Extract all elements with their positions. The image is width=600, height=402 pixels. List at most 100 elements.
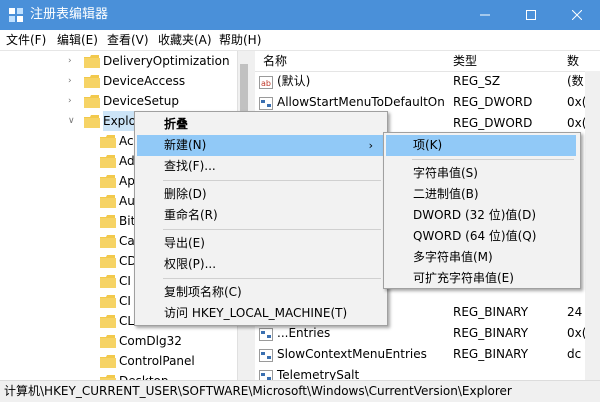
- row-name: TelemetrySalt: [277, 368, 360, 380]
- close-icon: [572, 10, 582, 20]
- tree-node-label[interactable]: CL: [119, 311, 134, 331]
- context-menu: 折叠新建(N) › 查找(F)... 删除(D) 重命名(R) 导出(E) 权限(P)...…: [134, 111, 388, 326]
- menu-item[interactable]: 删除(D): [137, 184, 383, 205]
- menu-view[interactable]: 查看(V): [107, 32, 149, 48]
- list-row[interactable]: TelemetrySalt: [255, 365, 600, 380]
- folder-icon: [100, 255, 116, 268]
- tree-expander-icon[interactable]: ›: [68, 51, 72, 71]
- column-type[interactable]: 类型: [453, 53, 477, 69]
- menu-item[interactable]: 项(K): [386, 135, 576, 156]
- menu-bar: 文件(F) 编辑(E) 查看(V) 收藏夹(A) 帮助(H): [0, 30, 600, 51]
- tree-node-label[interactable]: CI: [119, 291, 131, 311]
- menu-item-label: 折叠: [164, 117, 189, 131]
- tree-node-label[interactable]: Bit: [119, 211, 135, 231]
- folder-icon: [100, 335, 116, 348]
- tree-node-label[interactable]: Au: [119, 191, 135, 211]
- column-data[interactable]: 数: [567, 53, 579, 69]
- menu-item[interactable]: 多字符串值(M): [386, 247, 576, 268]
- tree-node-label[interactable]: DeviceSetup: [103, 91, 179, 111]
- row-name: ...Entries: [277, 326, 331, 340]
- menu-item[interactable]: QWORD (64 位)值(Q): [386, 226, 576, 247]
- tree-node-label[interactable]: ComDlg32: [119, 331, 182, 351]
- close-button[interactable]: [554, 0, 600, 30]
- maximize-button[interactable]: [508, 0, 554, 30]
- menu-edit[interactable]: 编辑(E): [57, 32, 98, 48]
- row-type: REG_BINARY: [453, 326, 529, 340]
- menu-item[interactable]: DWORD (32 位)值(D): [386, 205, 576, 226]
- folder-icon: [100, 315, 116, 328]
- minimize-icon: [480, 14, 490, 16]
- folder-icon: [100, 355, 116, 368]
- menu-item[interactable]: 新建(N) ›: [137, 135, 383, 156]
- binary-value-icon: [259, 369, 273, 380]
- menu-item[interactable]: 重命名(R): [137, 205, 383, 226]
- menu-item-label: 复制项名称(C): [164, 285, 242, 299]
- menu-item-label: 导出(E): [164, 236, 205, 250]
- menu-item-label: 查找(F)...: [164, 159, 216, 173]
- row-type: REG_SZ: [453, 74, 501, 88]
- menu-item-label: DWORD (32 位)值(D): [413, 208, 536, 222]
- regedit-app-icon: [8, 7, 24, 23]
- menu-favorites[interactable]: 收藏夹(A): [158, 32, 212, 48]
- minimize-button[interactable]: [462, 0, 508, 30]
- row-name: (默认): [277, 74, 311, 88]
- menu-item-label: 重命名(R): [164, 208, 218, 222]
- tree-expander-icon[interactable]: ∨: [68, 111, 75, 131]
- row-type: REG_DWORD: [453, 95, 533, 109]
- folder-icon: [100, 155, 116, 168]
- menu-item-label: 二进制值(B): [413, 187, 479, 201]
- menu-item-label: 可扩充字符串值(E): [413, 271, 514, 285]
- status-bar: 计算机\HKEY_CURRENT_USER\SOFTWARE\Microsoft…: [0, 380, 600, 402]
- list-row[interactable]: ...Entries REG_BINARY 0x(: [255, 323, 600, 344]
- menu-item[interactable]: 导出(E): [137, 233, 383, 254]
- menu-item[interactable]: 权限(P)...: [137, 254, 383, 275]
- column-name[interactable]: 名称: [263, 53, 287, 69]
- tree-expander-icon[interactable]: ›: [68, 91, 72, 111]
- folder-icon: [84, 55, 100, 68]
- row-data: 0x(: [567, 116, 587, 130]
- list-header: 名称 类型 数: [255, 51, 600, 72]
- row-type: REG_BINARY: [453, 347, 529, 361]
- tree-node-label[interactable]: CI: [119, 271, 131, 291]
- tree-node-label[interactable]: Ca: [119, 231, 135, 251]
- folder-icon: [84, 95, 100, 108]
- row-type: REG_BINARY: [453, 305, 529, 319]
- menu-item[interactable]: 折叠: [137, 114, 383, 135]
- tree-node-label[interactable]: ControlPanel: [119, 351, 195, 371]
- menu-item[interactable]: 二进制值(B): [386, 184, 576, 205]
- menu-item-label: 权限(P)...: [164, 257, 217, 271]
- list-scrollbar[interactable]: [585, 71, 600, 380]
- row-name: AllowStartMenuToDefaultOn: [277, 95, 445, 109]
- tree-node-label[interactable]: Ad: [119, 151, 135, 171]
- menu-separator: [163, 229, 381, 230]
- menu-item[interactable]: 复制项名称(C): [137, 282, 383, 303]
- list-row[interactable]: SlowContextMenuEntries REG_BINARY dc: [255, 344, 600, 365]
- window-title: 注册表编辑器: [30, 7, 109, 22]
- folder-icon: [100, 235, 116, 248]
- menu-item-label: QWORD (64 位)值(Q): [413, 229, 537, 243]
- list-row[interactable]: ab (默认) REG_SZ (数: [255, 71, 600, 92]
- svg-text:ab: ab: [261, 79, 271, 88]
- folder-icon: [100, 215, 116, 228]
- tree-node-label[interactable]: Desktop: [119, 371, 169, 380]
- menu-item[interactable]: 查找(F)...: [137, 156, 383, 177]
- tree-node-label[interactable]: Ac: [119, 131, 134, 151]
- list-row[interactable]: AllowStartMenuToDefaultOn REG_DWORD 0x(: [255, 92, 600, 113]
- folder-icon: [100, 175, 116, 188]
- tree-node-label[interactable]: Ap: [119, 171, 135, 191]
- tree-expander-icon[interactable]: ›: [68, 71, 72, 91]
- menu-file[interactable]: 文件(F): [6, 32, 46, 48]
- tree-node-label[interactable]: DeviceAccess: [103, 71, 185, 91]
- row-data: 0x(: [567, 95, 587, 109]
- menu-item[interactable]: 可扩充字符串值(E): [386, 268, 576, 289]
- menu-separator: [163, 278, 381, 279]
- tree-node-label[interactable]: DeliveryOptimization: [103, 51, 230, 71]
- menu-item[interactable]: 字符串值(S): [386, 163, 576, 184]
- menu-item[interactable]: 访问 HKEY_LOCAL_MACHINE(T): [137, 303, 383, 324]
- folder-icon: [100, 295, 116, 308]
- row-type: REG_DWORD: [453, 116, 533, 130]
- menu-help[interactable]: 帮助(H): [219, 32, 261, 48]
- menu-separator: [163, 180, 381, 181]
- menu-item-label: 访问 HKEY_LOCAL_MACHINE(T): [164, 306, 348, 320]
- folder-icon: [100, 195, 116, 208]
